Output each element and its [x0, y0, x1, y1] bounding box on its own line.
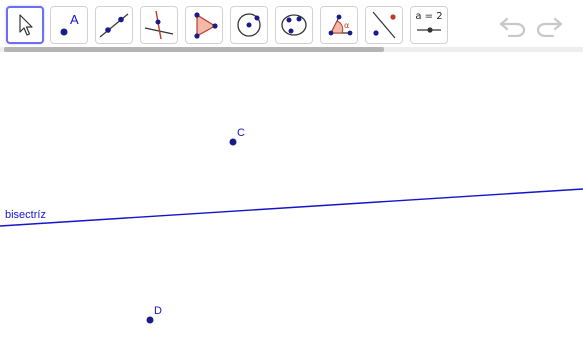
reflect-tool-button[interactable] — [365, 6, 403, 44]
polygon-icon — [194, 12, 218, 39]
perpendicular-line-icon — [144, 10, 174, 40]
bisector-line[interactable] — [0, 188, 583, 227]
point-c[interactable] — [229, 138, 237, 146]
slider-tool-label: a = 2 — [415, 11, 443, 22]
point-icon: A — [60, 12, 79, 36]
bisector-line-label: bisectríz — [5, 209, 46, 221]
point-d[interactable] — [146, 316, 154, 324]
polygon-tool-button[interactable] — [185, 6, 223, 44]
angle-tool-button[interactable]: α — [320, 6, 358, 44]
slider-tool-button[interactable]: a = 2 — [410, 6, 448, 44]
cursor-arrow-icon — [19, 14, 33, 36]
point-c-label: C — [237, 127, 245, 139]
line-tool-button[interactable] — [95, 6, 133, 44]
undo-button[interactable] — [496, 10, 530, 40]
perpendicular-line-tool-button[interactable] — [140, 6, 178, 44]
conic-tool-button[interactable] — [275, 6, 313, 44]
point-icon-letter: A — [70, 12, 79, 27]
angle-icon-letter: α — [344, 21, 349, 30]
graphics-view[interactable]: bisectríz C D — [0, 52, 583, 348]
redo-icon — [536, 17, 563, 37]
point-tool-button[interactable]: A — [50, 6, 88, 44]
point-d-label: D — [154, 305, 162, 317]
circle-with-center-icon — [237, 13, 261, 37]
circle-tool-button[interactable] — [230, 6, 268, 44]
redo-button[interactable] — [532, 10, 566, 40]
undo-icon — [499, 17, 526, 37]
reflect-about-line-icon — [372, 11, 396, 39]
conic-through-points-icon — [281, 14, 307, 36]
move-tool-button[interactable] — [6, 6, 44, 44]
toolbar: A α a = 2 — [0, 0, 583, 50]
angle-icon: α — [328, 14, 353, 36]
line-through-points-icon — [99, 13, 129, 38]
